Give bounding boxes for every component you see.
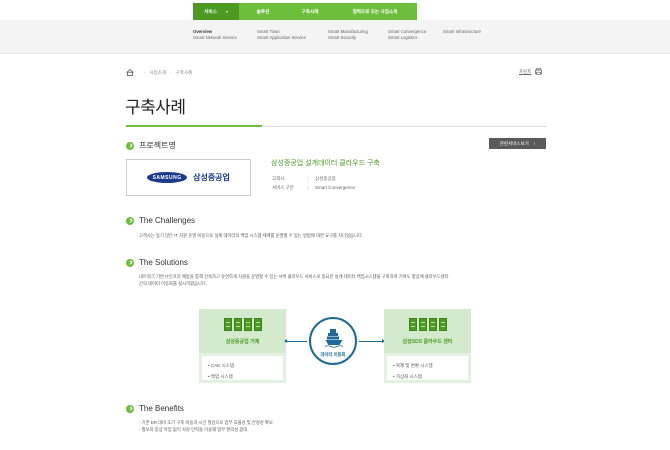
meta-value: 삼성중공업 — [315, 176, 336, 181]
meta-key: 서비스 구분 — [272, 185, 294, 190]
subnav-link-logistics[interactable]: Smart Logistics — [388, 35, 426, 41]
chevron-right-icon: › — [533, 141, 536, 146]
print-label: 프린트 — [519, 68, 532, 74]
subnav-col-3: Smart Manufacturing Smart Security — [328, 29, 368, 41]
tab-cases-label: 구축사례 — [301, 8, 319, 14]
samsung-logo: SAMSUNG — [147, 172, 188, 183]
meta-colon: : — [307, 185, 309, 190]
check-icon — [126, 216, 134, 225]
tab-cases[interactable]: 구축사례 — [287, 3, 333, 20]
chevron-down-icon: ▾ — [225, 9, 228, 14]
print-icon — [535, 68, 543, 75]
diagram-right-box: 삼성SDS 클라우드 센터 • 복제 및 변환 시스템 • 가상화 시스템 — [384, 309, 471, 383]
meta-colon: : — [307, 176, 309, 181]
sub-nav: Overview Smart Network Service Smart Tow… — [0, 20, 670, 54]
cloud-ship-icon — [324, 328, 344, 353]
section-solutions-title: The Solutions — [139, 258, 188, 267]
title-accent-bar — [126, 125, 262, 127]
client-logo: SAMSUNG 삼성중공업 — [126, 159, 251, 196]
diagram-left-name: 삼성중공업 거제 — [225, 339, 260, 345]
section-challenges: The Challenges — [126, 216, 195, 225]
breadcrumb: › 사업소개 › 구축사례 — [126, 69, 192, 76]
project-meta: 고객사 : 삼성중공업 서비스 구분 : Smart Convergence — [272, 174, 355, 192]
diagram-right-name: 삼성SDS 클라우드 센터 — [402, 339, 453, 345]
section-benefits: The Benefits — [126, 404, 184, 413]
benefit-item: - 별보의 중상 작업 없이 자원 탄력을 이용해 업무 편의성 증대 — [139, 427, 248, 432]
project-title: 삼성중공업 설계데이터 클라우드 구축 — [271, 160, 380, 167]
diagram-right-items: • 복제 및 변환 시스템 • 가상화 시스템 — [387, 356, 468, 380]
breadcrumb-item-about[interactable]: 사업소개 — [150, 70, 167, 76]
benefits-list: - 기존 DR 대비 초기 구축 비용과 시간 절감으로 업무 효율성 및 안정… — [139, 419, 273, 433]
home-icon[interactable] — [126, 69, 134, 76]
meta-row-service: 서비스 구분 : Smart Convergence — [272, 183, 355, 192]
subnav-col-1: Overview Smart Network Service — [193, 29, 237, 41]
arrow-right-icon — [359, 339, 385, 343]
tab-solution-label: 솔루션 — [256, 8, 270, 14]
check-icon — [126, 258, 134, 267]
data-transfer-label: 데이터 이동화 — [320, 352, 346, 357]
benefit-item: - 기존 DR 대비 초기 구축 비용과 시간 절감으로 업무 효율성 및 안정… — [139, 420, 273, 425]
print-link[interactable]: 프린트 — [519, 68, 543, 75]
diagram-item: • CAD 시스템 — [208, 363, 234, 368]
subnav-link-infrastructure[interactable]: Smart Infrastructure — [443, 29, 481, 35]
section-challenges-title: The Challenges — [139, 216, 196, 225]
check-icon — [126, 141, 134, 150]
check-icon — [126, 404, 134, 413]
related-service-button[interactable]: 관련서비스보기 › — [489, 138, 546, 149]
solutions-text: 네트워크 기반 IT인프라 예방을 통해 신속하고 유연하게 자원을 운영할 수… — [139, 273, 449, 287]
section-solutions: The Solutions — [126, 258, 188, 267]
breadcrumb-item-cases[interactable]: 구축사례 — [176, 70, 193, 76]
meta-value: Smart Convergence — [315, 185, 356, 190]
section-project: 프로젝트명 — [126, 140, 176, 151]
section-benefits-title: The Benefits — [139, 404, 184, 413]
subnav-col-4: Smart Convergence Smart Logistics — [388, 29, 426, 41]
subnav-col-2: Smart Town Smart Application Service — [257, 29, 306, 41]
data-transfer-circle: 데이터 이동화 — [309, 317, 357, 365]
diagram-right-head: 삼성SDS 클라우드 센터 — [384, 309, 471, 353]
arrow-left-icon — [284, 339, 307, 343]
tab-service-label: 서비스 — [204, 8, 217, 14]
diagram-item: • 복제 및 변환 시스템 — [393, 363, 433, 368]
page-title: 구축사례 — [125, 98, 186, 117]
diagram-left-head: 삼성중공업 거제 — [199, 309, 286, 353]
section-project-title: 프로젝트명 — [139, 141, 176, 150]
diagram-item: • 가상화 시스템 — [393, 374, 422, 379]
server-icon — [408, 318, 447, 331]
tab-service[interactable]: 서비스 ▾ — [193, 3, 239, 20]
challenges-text: 고객사는 동기 않은 IT 자원 운영 비용으로 설계 데이터의 백업 시스템 … — [139, 233, 364, 238]
subnav-link-security[interactable]: Smart Security — [328, 35, 368, 41]
server-icon — [223, 318, 262, 331]
diagram-left-items: • CAD 시스템 • 백업 시스템 — [202, 356, 283, 380]
top-nav: 서비스 ▾ 솔루션 구축사례 협력으로 모는 사업소개 — [193, 3, 417, 20]
subnav-col-5: Smart Infrastructure — [443, 29, 481, 35]
tab-partners-label: 협력으로 모는 사업소개 — [352, 8, 398, 14]
meta-row-client: 고객사 : 삼성중공업 — [272, 174, 355, 183]
solutions-line: 간의 데이터 이동화를 실시하였습니다. — [139, 281, 208, 286]
solutions-line: 네트워크 기반 IT인프라 예방을 통해 신속하고 유연하게 자원을 운영할 수… — [139, 274, 449, 279]
breadcrumb-separator: › — [144, 70, 146, 75]
related-service-label: 관련서비스보기 — [499, 140, 529, 146]
diagram-left-box: 삼성중공업 거제 • CAD 시스템 • 백업 시스템 — [199, 309, 286, 383]
tab-solution[interactable]: 솔루션 — [239, 3, 287, 20]
subnav-link-application[interactable]: Smart Application Service — [257, 35, 306, 41]
diagram-item: • 백업 시스템 — [208, 374, 233, 379]
breadcrumb-separator: › — [170, 70, 172, 75]
tab-partners[interactable]: 협력으로 모는 사업소개 — [333, 3, 417, 20]
meta-key: 고객사 — [272, 176, 285, 181]
client-logo-text: 삼성중공업 — [193, 173, 230, 182]
subnav-link-network[interactable]: Smart Network Service — [193, 35, 237, 41]
